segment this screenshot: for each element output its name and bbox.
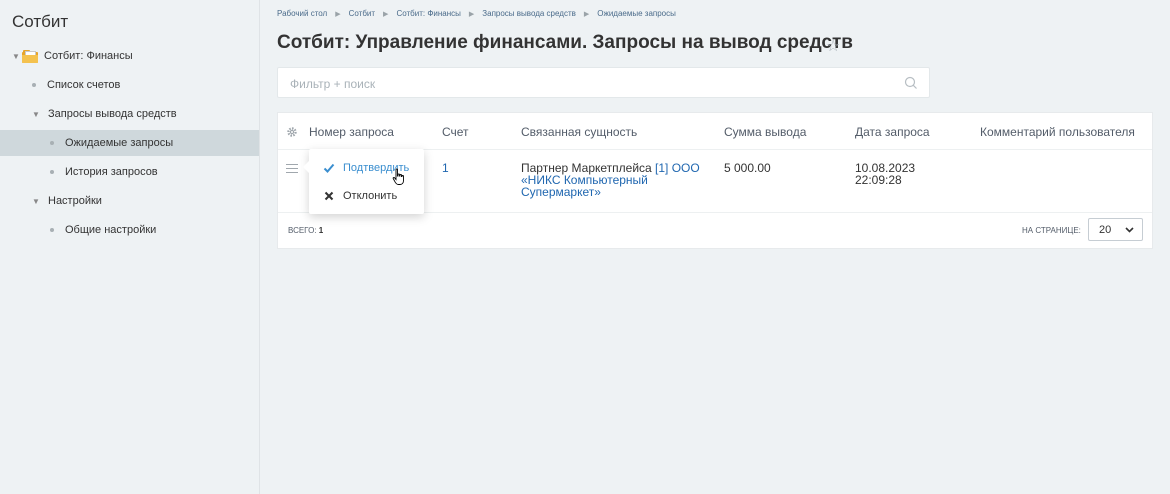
per-page-select[interactable]: 20: [1088, 218, 1143, 241]
page-title: Сотбит: Управление финансами. Запросы на…: [277, 32, 853, 53]
filter-search-box[interactable]: [277, 67, 930, 98]
hand-cursor-icon: [392, 168, 404, 185]
sidebar-item-label: Настройки: [48, 195, 102, 207]
sidebar-item-request-history[interactable]: История запросов: [0, 159, 259, 185]
sidebar-item-label: Запросы вывода средств: [48, 108, 177, 120]
breadcrumb-separator-icon: ▶: [335, 10, 341, 18]
sidebar: Сотбит ▼ Сотбит: Финансы Список счетов ▼…: [0, 0, 260, 494]
sidebar-item-withdrawal-requests[interactable]: ▼ Запросы вывода средств: [0, 101, 259, 127]
sidebar-item-label: История запросов: [65, 166, 158, 178]
total-count: ВСЕГО: 1: [288, 226, 324, 235]
search-icon[interactable]: [903, 75, 919, 91]
bullet-icon: [50, 141, 54, 145]
expand-arrow-icon[interactable]: ▼: [32, 110, 42, 119]
breadcrumb-separator-icon: ▶: [383, 10, 389, 18]
expand-arrow-icon[interactable]: ▼: [32, 197, 42, 206]
column-header-entity[interactable]: Связанная сущность: [521, 125, 637, 139]
breadcrumb-item[interactable]: Рабочий стол: [277, 9, 327, 18]
sidebar-item-label: Список счетов: [47, 79, 121, 91]
cell-account[interactable]: 1: [442, 162, 449, 174]
sidebar-title: Сотбит: [12, 12, 69, 31]
breadcrumb-separator-icon: ▶: [583, 10, 590, 18]
sidebar-item-settings[interactable]: ▼ Настройки: [0, 188, 259, 214]
breadcrumb-item[interactable]: Сотбит: [349, 9, 375, 18]
sidebar-item-finances[interactable]: ▼ Сотбит: Финансы: [0, 43, 259, 69]
per-page-label: НА СТРАНИЦЕ:: [1022, 226, 1081, 235]
sidebar-item-label: Сотбит: Финансы: [44, 50, 133, 62]
column-header-comment[interactable]: Комментарий пользователя: [980, 125, 1135, 139]
cell-amount: 5 000.00: [724, 161, 771, 175]
cell-entity: Партнер Маркетплейса [1] ООО «НИКС Компь…: [521, 162, 701, 198]
menu-item-reject[interactable]: Отклонить: [323, 190, 397, 202]
table-header: Номер запроса Счет Связанная сущность Су…: [278, 113, 1152, 150]
folder-icon: [22, 49, 38, 63]
column-header-amount[interactable]: Сумма вывода: [724, 125, 806, 139]
bullet-icon: [32, 83, 36, 87]
sidebar-item-general-settings[interactable]: Общие настройки: [0, 217, 259, 243]
column-header-account[interactable]: Счет: [442, 125, 469, 139]
column-header-date[interactable]: Дата запроса: [855, 125, 930, 139]
sidebar-item-label: Общие настройки: [65, 224, 157, 236]
search-input[interactable]: [288, 73, 892, 95]
close-icon: [324, 191, 334, 201]
sidebar-item-accounts[interactable]: Список счетов: [0, 72, 259, 98]
check-icon: [323, 163, 335, 173]
sidebar-item-label: Ожидаемые запросы: [65, 137, 174, 149]
cell-date: 10.08.2023 22:09:28: [855, 162, 915, 186]
bullet-icon: [50, 228, 54, 232]
bullet-icon: [50, 170, 54, 174]
breadcrumb-separator-icon: ▶: [468, 10, 475, 18]
breadcrumb-item[interactable]: Запросы вывода средств: [482, 9, 576, 18]
sidebar-item-pending-requests[interactable]: Ожидаемые запросы: [0, 130, 259, 156]
request-time: 22:09:28: [855, 173, 902, 187]
chevron-down-icon: [1125, 227, 1134, 233]
gear-icon[interactable]: [286, 126, 298, 138]
table-footer: ВСЕГО: 1 НА СТРАНИЦЕ: 20: [278, 213, 1152, 248]
column-header-request-number[interactable]: Номер запроса: [309, 125, 394, 139]
breadcrumb-item[interactable]: Ожидаемые запросы: [597, 9, 676, 18]
breadcrumb: Рабочий стол ▶ Сотбит ▶ Сотбит: Финансы …: [277, 9, 676, 18]
expand-arrow-icon[interactable]: ▼: [12, 52, 22, 61]
row-action-menu: Подтвердить Отклонить: [303, 149, 424, 214]
breadcrumb-item[interactable]: Сотбит: Финансы: [396, 9, 460, 18]
star-icon[interactable]: ☆: [826, 36, 840, 56]
row-menu-icon[interactable]: [286, 164, 298, 173]
